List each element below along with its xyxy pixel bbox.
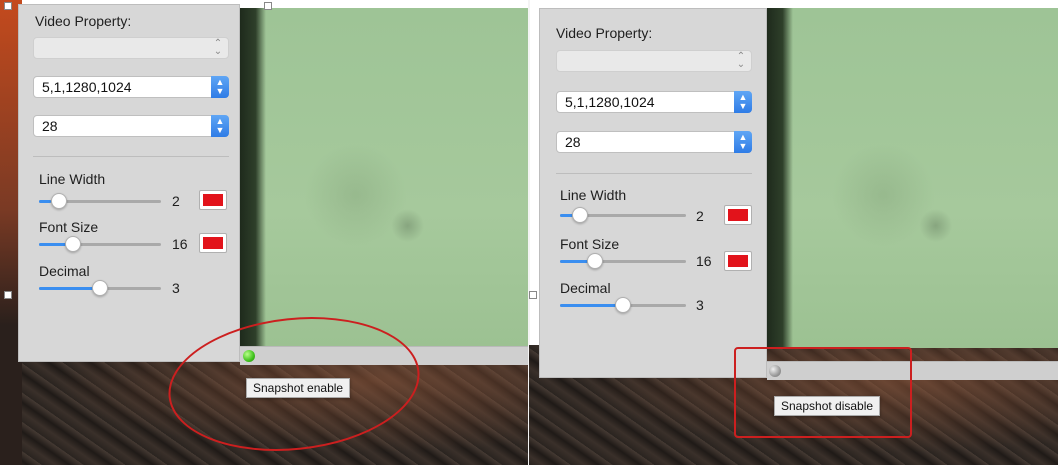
video-property-panel: Video Property: ⌃ ⌄ 5,1,1280,1024 ▲ ▼ 28 ▲… xyxy=(539,8,767,378)
resolution-select[interactable]: 5,1,1280,1024 ▲ ▼ xyxy=(556,91,752,113)
up-down-chevron-icon: ▲ ▼ xyxy=(211,76,229,98)
line-width-label: Line Width xyxy=(560,187,627,203)
decimal-slider[interactable] xyxy=(560,297,686,313)
decimal-value: 3 xyxy=(172,280,180,296)
font-color-fill xyxy=(728,255,748,267)
resolution-value: 5,1,1280,1024 xyxy=(565,94,655,110)
line-width-slider[interactable] xyxy=(560,207,686,223)
font-size-slider-thumb[interactable] xyxy=(65,236,82,252)
up-down-chevron-icon: ▲ ▼ xyxy=(211,115,229,137)
video-source-select[interactable]: ⌃ ⌄ xyxy=(33,37,229,59)
video-preview xyxy=(240,8,529,348)
decimal-label: Decimal xyxy=(560,280,611,296)
decimal-label: Decimal xyxy=(39,263,90,279)
resolution-value: 5,1,1280,1024 xyxy=(42,79,132,95)
decimal-slider-thumb[interactable] xyxy=(615,297,631,313)
video-preview xyxy=(767,8,1058,348)
font-color-swatch[interactable] xyxy=(724,251,752,271)
video-preview-edge xyxy=(767,8,793,348)
fps-select[interactable]: 28 ▲ ▼ xyxy=(556,131,752,153)
line-color-swatch[interactable] xyxy=(199,190,227,210)
line-width-slider-thumb[interactable] xyxy=(50,193,67,209)
line-width-slider-fill xyxy=(560,214,573,217)
decimal-slider-fill xyxy=(560,304,623,307)
up-down-chevron-icon: ▲ ▼ xyxy=(734,131,752,153)
font-size-value: 16 xyxy=(696,253,712,269)
selection-handle xyxy=(4,2,12,10)
font-size-slider-thumb[interactable] xyxy=(587,253,604,269)
line-width-label: Line Width xyxy=(39,171,106,187)
selection-handle xyxy=(529,291,537,299)
up-down-chevron-icon: ⌃ ⌄ xyxy=(736,51,746,70)
line-width-slider[interactable] xyxy=(39,193,161,209)
line-color-fill xyxy=(203,194,223,206)
screenshot-snapshot-disabled: Video Property: ⌃ ⌄ 5,1,1280,1024 ▲ ▼ 28 ▲… xyxy=(529,0,1058,465)
line-color-fill xyxy=(728,209,748,221)
font-size-label: Font Size xyxy=(39,219,99,235)
up-down-chevron-icon: ▲ ▼ xyxy=(734,91,752,113)
font-color-fill xyxy=(203,237,223,249)
line-width-slider-fill xyxy=(39,200,52,203)
decimal-slider-fill xyxy=(39,287,100,290)
decimal-slider[interactable] xyxy=(39,280,161,296)
font-size-slider[interactable] xyxy=(39,236,161,252)
section-divider xyxy=(556,173,752,174)
decimal-value: 3 xyxy=(696,297,704,313)
font-color-swatch[interactable] xyxy=(199,233,227,253)
font-size-slider[interactable] xyxy=(560,253,686,269)
screenshot-snapshot-enabled: Video Property: ⌃ ⌄ 5,1,1280,1024 ▲ ▼ 28 ▲… xyxy=(0,0,529,465)
panel-title: Video Property: xyxy=(556,25,653,41)
font-size-value: 16 xyxy=(172,236,188,252)
video-property-panel: Video Property: ⌃ ⌄ 5,1,1280,1024 ▲ ▼ 28 ▲… xyxy=(18,4,240,362)
resolution-select[interactable]: 5,1,1280,1024 ▲ ▼ xyxy=(33,76,229,98)
section-divider xyxy=(33,156,229,157)
fps-value: 28 xyxy=(42,118,58,134)
font-size-label: Font Size xyxy=(560,236,620,252)
fps-value: 28 xyxy=(565,134,581,150)
line-color-swatch[interactable] xyxy=(724,205,752,225)
video-preview-edge xyxy=(240,8,266,348)
line-width-slider-thumb[interactable] xyxy=(572,207,589,223)
up-down-chevron-icon: ⌃ ⌄ xyxy=(213,38,223,57)
selection-handle xyxy=(4,291,12,299)
fps-select[interactable]: 28 ▲ ▼ xyxy=(33,115,229,137)
video-source-select[interactable]: ⌃ ⌄ xyxy=(556,50,752,72)
line-width-value: 2 xyxy=(172,193,180,209)
decimal-slider-thumb[interactable] xyxy=(92,280,108,296)
annotation-rectangle xyxy=(734,347,912,438)
selection-handle xyxy=(264,2,272,10)
panel-title: Video Property: xyxy=(35,13,132,29)
line-width-value: 2 xyxy=(696,208,704,224)
